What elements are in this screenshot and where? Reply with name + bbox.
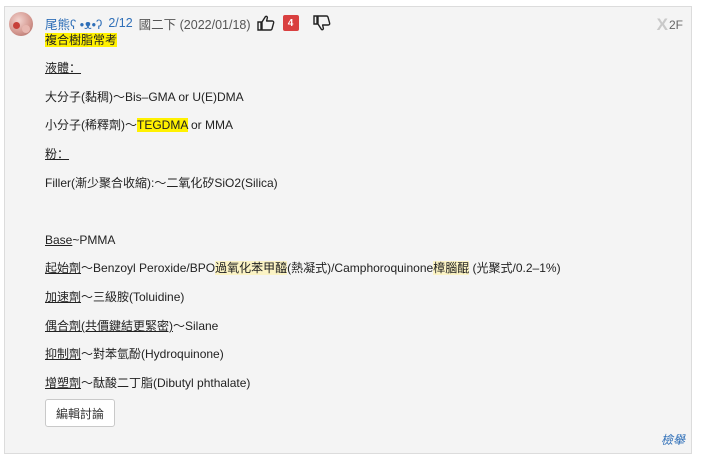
edit-discussion-button[interactable]: 編輯討論 bbox=[45, 399, 115, 427]
avatar[interactable] bbox=[9, 12, 33, 36]
plasticizer-line: 增塑劑～酞酸二丁脂(Dibutyl phthalate) bbox=[45, 375, 250, 392]
like-count-badge: 4 bbox=[282, 15, 299, 31]
base-rest: ~PMMA bbox=[72, 233, 116, 247]
accelerator-label: 加速劑 bbox=[45, 290, 82, 304]
thumbs-down-icon[interactable] bbox=[312, 15, 331, 31]
plasticizer-rest: ～酞酸二丁脂(Dibutyl phthalate) bbox=[81, 376, 251, 390]
accelerator-line: 加速劑～三級胺(Toluidine) bbox=[45, 289, 184, 306]
report-link[interactable]: 檢舉 bbox=[661, 431, 685, 448]
small-molecule-line: 小分子(稀釋劑)～TEGDMA or MMA bbox=[45, 117, 233, 134]
floor-x-mark: X bbox=[656, 15, 668, 34]
initiator-line: 起始劑～Benzoyl Peroxide/BPO過氧化苯甲醯(熱凝式)/Camp… bbox=[45, 260, 561, 277]
small-molecule-highlight: TEGDMA bbox=[137, 118, 188, 132]
post-title-line: 複合樹脂常考 bbox=[45, 32, 118, 49]
inhibitor-line: 抑制劑～對苯氫酚(Hydroquinone) bbox=[45, 346, 224, 363]
inhibitor-label: 抑制劑 bbox=[45, 347, 82, 361]
username-link[interactable]: 尾熊ʕ •ᴥ•ʔ bbox=[45, 14, 102, 33]
initiator-text-3: (光聚式/0.2–1%) bbox=[469, 261, 561, 275]
avatar-detail bbox=[13, 22, 20, 29]
floor-number: 2F bbox=[668, 18, 683, 32]
post-title: 複合樹脂常考 bbox=[45, 33, 118, 47]
initiator-highlight-1: 過氧化苯甲醯 bbox=[215, 261, 288, 275]
post-card: 尾熊ʕ •ᴥ•ʔ 2/12 國二下 (2022/01/18) 4 X 2F 複合… bbox=[4, 6, 692, 454]
small-molecule-prefix: 小分子(稀釋劑)～ bbox=[45, 118, 137, 132]
floor-indicator: X 2F bbox=[657, 15, 683, 35]
coupling-rest: ～Silane bbox=[173, 319, 219, 333]
post-header: 尾熊ʕ •ᴥ•ʔ 2/12 國二下 (2022/01/18) 4 bbox=[45, 13, 331, 33]
base-line: Base~PMMA bbox=[45, 232, 115, 249]
liquid-heading: 液體： bbox=[45, 60, 81, 77]
initiator-text-1: ～Benzoyl Peroxide/BPO bbox=[81, 261, 216, 275]
inhibitor-rest: ～對苯氫酚(Hydroquinone) bbox=[81, 347, 224, 361]
coupling-line: 偶合劑(共價鍵結更緊密)～Silane bbox=[45, 318, 218, 335]
initiator-highlight-2: 樟腦醌 bbox=[433, 261, 470, 275]
initiator-label: 起始劑 bbox=[45, 261, 82, 275]
base-label: Base bbox=[45, 233, 73, 247]
liquid-heading-text: 液體： bbox=[45, 61, 82, 75]
thumbs-up-icon[interactable] bbox=[256, 15, 275, 31]
plasticizer-label: 增塑劑 bbox=[45, 376, 82, 390]
initiator-text-2: (熱凝式)/Camphoroquinone bbox=[287, 261, 434, 275]
powder-heading-text: 粉： bbox=[45, 147, 70, 161]
user-score: 2/12 bbox=[108, 16, 133, 30]
avatar-detail bbox=[22, 25, 30, 33]
accelerator-rest: ～三級胺(Toluidine) bbox=[81, 290, 185, 304]
powder-heading: 粉： bbox=[45, 146, 69, 163]
coupling-label: 偶合劑(共價鍵結更緊密) bbox=[45, 319, 173, 333]
small-molecule-suffix: or MMA bbox=[187, 118, 234, 132]
filler-line: Filler(漸少聚合收縮):～二氧化矽SiO2(Silica) bbox=[45, 176, 278, 190]
post-meta: 國二下 (2022/01/18) bbox=[138, 17, 251, 32]
large-molecule-line: 大分子(黏稠)～Bis–GMA or U(E)DMA bbox=[45, 90, 244, 104]
